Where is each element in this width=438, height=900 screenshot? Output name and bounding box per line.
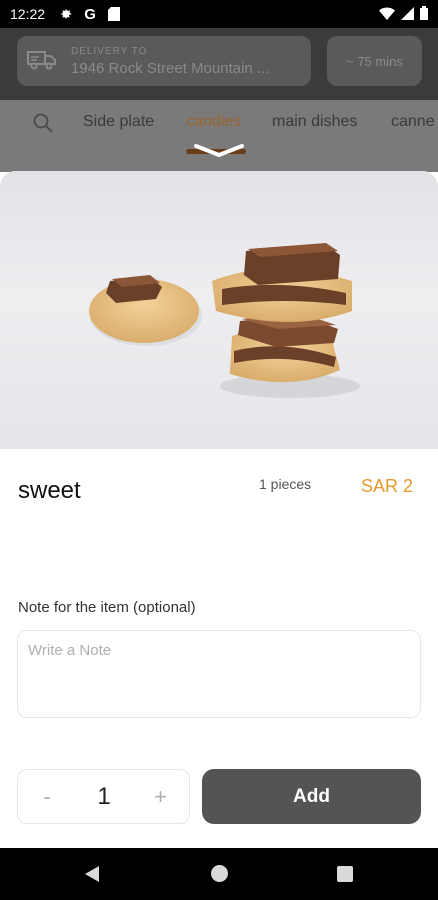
note-input[interactable] xyxy=(17,630,421,718)
search-icon[interactable] xyxy=(32,112,54,134)
delivery-label: DELIVERY TO xyxy=(71,45,148,57)
chevron-down-icon[interactable] xyxy=(192,140,246,158)
tab-canned[interactable]: canne xyxy=(391,113,435,131)
item-name: sweet xyxy=(18,477,81,504)
home-icon[interactable] xyxy=(211,865,228,882)
system-nav-bar xyxy=(0,848,438,900)
add-button[interactable]: Add xyxy=(202,769,421,824)
google-icon: G xyxy=(84,5,96,23)
battery-icon xyxy=(420,5,428,24)
item-photo xyxy=(0,171,438,449)
note-label: Note for the item (optional) xyxy=(18,599,196,616)
item-price: SAR 2 xyxy=(361,476,414,496)
category-tabs: Side plate candies main dishes canne xyxy=(0,100,438,172)
wifi-icon xyxy=(379,5,395,24)
signal-icon xyxy=(401,5,414,24)
item-detail-sheet: sweet 1 pieces SAR 2 Note for the item (… xyxy=(0,171,438,848)
header: DELIVERY TO 1946 Rock Street Mountain ..… xyxy=(0,28,438,100)
recents-icon[interactable] xyxy=(337,866,353,882)
tab-side-plate[interactable]: Side plate xyxy=(83,113,154,131)
item-pieces: 1 pieces xyxy=(259,476,312,492)
delivery-address-card[interactable]: DELIVERY TO 1946 Rock Street Mountain ..… xyxy=(17,36,311,86)
settings-icon xyxy=(57,5,75,23)
app-screen: 12:22 G DELIVERY TO 1946 Rock Street Mou… xyxy=(0,0,438,900)
status-time: 12:22 xyxy=(10,6,46,22)
decrease-quantity-button[interactable]: - xyxy=(18,784,76,810)
eta-badge[interactable]: ~ 75 mins xyxy=(327,36,422,86)
delivery-address: 1946 Rock Street Mountain ... xyxy=(71,59,270,77)
quantity-stepper: - 1 + xyxy=(17,769,190,824)
increase-quantity-button[interactable]: + xyxy=(132,784,189,810)
quantity-value: 1 xyxy=(97,782,111,810)
back-icon[interactable] xyxy=(83,865,101,883)
delivery-truck-icon xyxy=(27,49,57,73)
tab-candies[interactable]: candies xyxy=(186,113,241,131)
tab-main-dishes[interactable]: main dishes xyxy=(272,113,357,131)
sim-card-icon xyxy=(105,5,123,23)
status-bar: 12:22 G xyxy=(0,0,438,28)
